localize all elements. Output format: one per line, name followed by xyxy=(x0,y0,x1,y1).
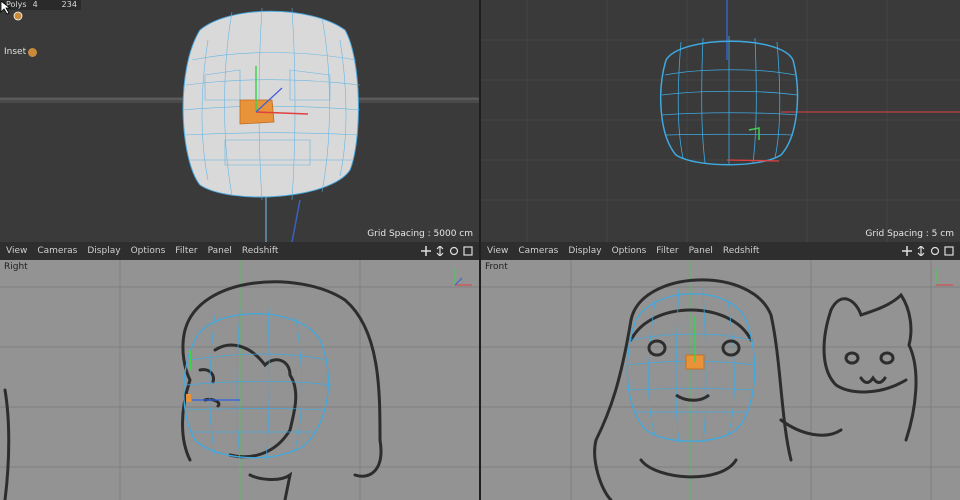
right-viewport[interactable]: Right xyxy=(0,260,479,500)
viewport-label-right: Right xyxy=(4,262,28,272)
top-viewport[interactable]: Grid Spacing : 5 cm xyxy=(481,0,960,242)
viewport-menubar-front-view: View Cameras Display Options Filter Pane… xyxy=(481,242,960,260)
pan-icon[interactable] xyxy=(916,246,926,256)
mouse-cursor-icon xyxy=(0,0,23,21)
viewport-divider[interactable] xyxy=(479,0,481,500)
menu-panel[interactable]: Panel xyxy=(684,246,718,256)
axis-gizmo-icon xyxy=(935,268,953,286)
maximize-icon[interactable] xyxy=(944,246,954,256)
rotate-icon[interactable] xyxy=(930,246,940,256)
maximize-icon[interactable] xyxy=(463,246,473,256)
menu-view[interactable]: View xyxy=(0,246,32,256)
polys-value: 4 xyxy=(32,0,38,9)
inset-tool-icon xyxy=(28,47,38,57)
menu-options[interactable]: Options xyxy=(126,246,171,256)
move-icon[interactable] xyxy=(421,246,431,256)
menu-view[interactable]: View xyxy=(481,246,513,256)
top-scene xyxy=(481,0,960,242)
viewport-label-front: Front xyxy=(485,262,508,272)
front-viewport[interactable]: Front xyxy=(481,260,960,500)
menu-cameras[interactable]: Cameras xyxy=(32,246,82,256)
menu-panel[interactable]: Panel xyxy=(203,246,237,256)
inset-label: Inset xyxy=(4,47,27,57)
viewport-menubar-right-view: View Cameras Display Options Filter Pane… xyxy=(0,242,479,260)
move-icon[interactable] xyxy=(902,246,912,256)
head-side-mesh xyxy=(183,313,330,459)
menu-filter[interactable]: Filter xyxy=(651,246,683,256)
menu-display[interactable]: Display xyxy=(563,246,606,256)
perspective-viewport[interactable]: Polys 4 234 Inset Grid Spacing : 5000 cm xyxy=(0,0,479,242)
nav-icons xyxy=(421,246,479,256)
menu-filter[interactable]: Filter xyxy=(170,246,202,256)
rotate-icon[interactable] xyxy=(449,246,459,256)
polys-count: 234 xyxy=(61,0,77,9)
grid-spacing-label: Grid Spacing : 5 cm xyxy=(865,229,954,239)
menu-redshift[interactable]: Redshift xyxy=(237,246,284,256)
axis-gizmo-icon xyxy=(454,268,472,286)
inset-tool-hud[interactable]: Inset xyxy=(4,47,38,57)
front-scene xyxy=(481,260,960,500)
right-scene xyxy=(0,260,479,500)
menu-options[interactable]: Options xyxy=(607,246,652,256)
nav-icons xyxy=(902,246,960,256)
menu-display[interactable]: Display xyxy=(82,246,125,256)
pan-icon[interactable] xyxy=(435,246,445,256)
grid-spacing-label: Grid Spacing : 5000 cm xyxy=(367,229,473,239)
menu-redshift[interactable]: Redshift xyxy=(718,246,765,256)
perspective-scene xyxy=(0,7,479,242)
menu-cameras[interactable]: Cameras xyxy=(513,246,563,256)
